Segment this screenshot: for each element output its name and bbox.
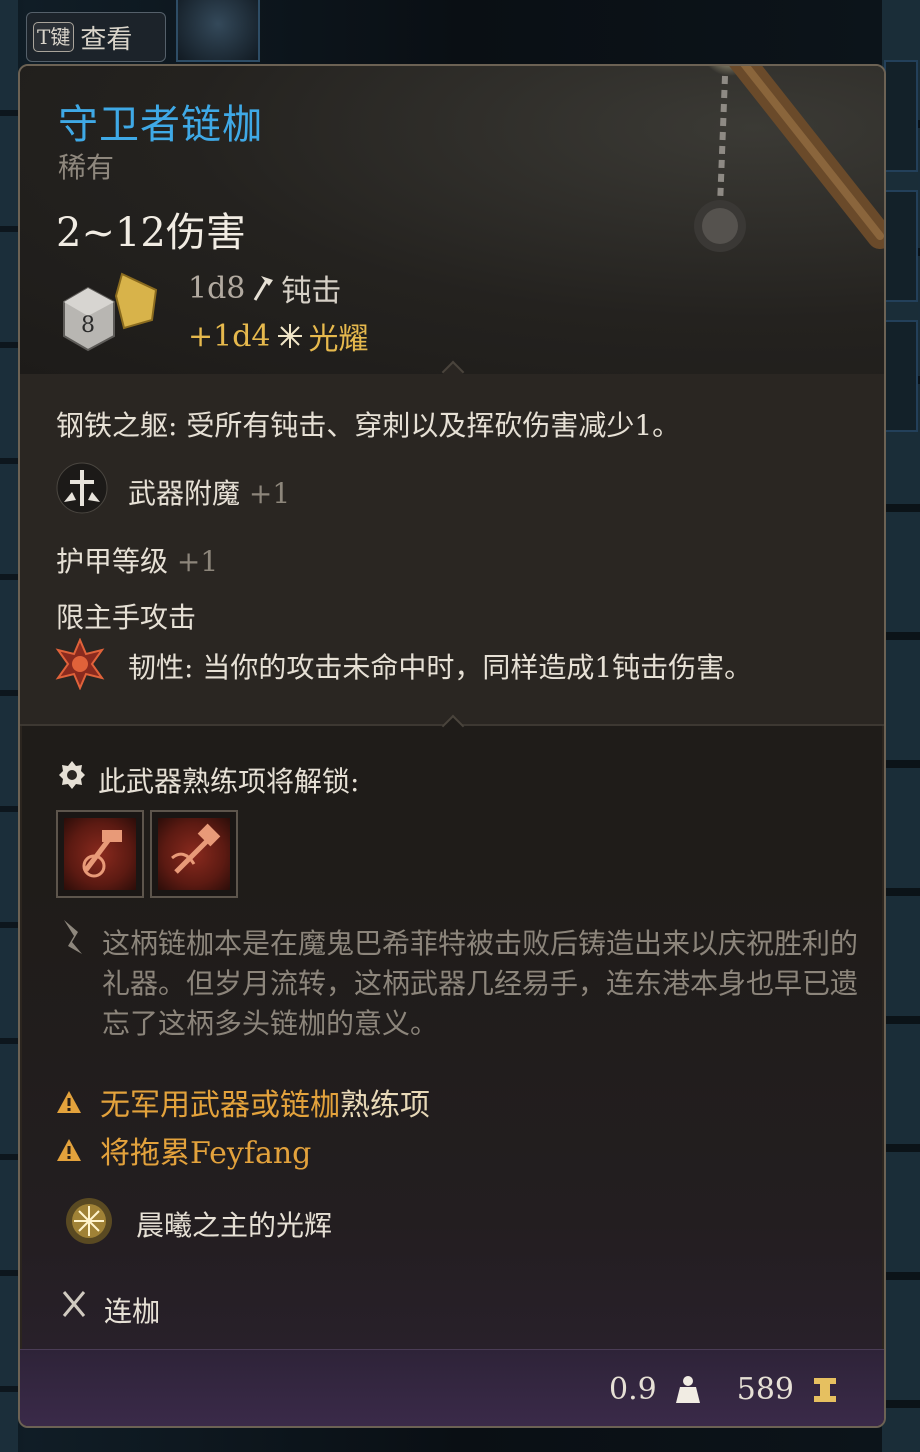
inventory-slot[interactable] xyxy=(884,190,918,302)
inventory-left-strip xyxy=(0,0,18,1452)
proficiency-title: 此武器熟练项将解锁: xyxy=(98,765,360,798)
lore-text: 这柄链枷本是在魔鬼巴希菲特被击败后铸造出来以庆祝胜利的礼器。但岁月流转，这柄武器… xyxy=(102,927,859,1040)
key-cap: T键 xyxy=(33,22,75,52)
encumber-warning-text: 将拖累Feyfang xyxy=(100,1136,312,1171)
bonus-damage-type: 光耀 xyxy=(308,322,369,357)
tooltip-footer: 0.9 589 xyxy=(20,1349,884,1426)
crossed-weapons-icon xyxy=(62,1291,86,1317)
warning-icon xyxy=(57,1139,81,1161)
item-tooltip: 守卫者链枷 稀有 2~12伤害 8 1d8 钝击 +1d4 光耀 钢铁之躯: 受… xyxy=(18,64,886,1428)
proficiency-warning: 无军用武器或链枷熟练项 xyxy=(56,1080,430,1124)
weight-icon xyxy=(675,1375,700,1403)
proficiency-icon xyxy=(59,761,85,789)
main-hand-restriction: 限主手攻击 xyxy=(56,601,197,634)
gold-coin-icon xyxy=(814,1377,836,1402)
weapon-enchant-label: 武器附魔 xyxy=(128,477,241,510)
lore-quill-icon xyxy=(64,920,82,954)
tenacity-icon xyxy=(55,638,105,690)
tenacity-name: 韧性: xyxy=(128,651,194,684)
inventory-slot[interactable] xyxy=(884,60,918,172)
base-damage-dice: 1d8 xyxy=(188,270,246,306)
warning-icon xyxy=(57,1091,81,1113)
armour-class-label: 护甲等级 xyxy=(56,545,169,578)
bonus-damage-dice: +1d4 xyxy=(188,318,271,354)
action-icon xyxy=(158,818,230,890)
tenacity-desc: 当你的攻击未命中时，同样造成1钝击伤害。 xyxy=(193,651,753,684)
dice-icon: 8 xyxy=(63,272,158,352)
item-weight: 0.9 xyxy=(609,1372,657,1407)
flail-weapon-icon xyxy=(694,66,884,252)
weapon-enchant-value: +1 xyxy=(248,477,291,510)
hammer-icon xyxy=(254,276,274,301)
dice-face: 8 xyxy=(81,313,95,338)
inspect-hint[interactable]: T键 查看 xyxy=(26,12,166,62)
damage-range: 2~12伤害 xyxy=(56,210,246,256)
weapon-type: 连枷 xyxy=(104,1295,161,1328)
armour-class: 护甲等级 +1 xyxy=(56,540,218,580)
armour-class-value: +1 xyxy=(176,545,219,578)
base-damage-type: 钝击 xyxy=(281,274,342,309)
passive-steel-body: 钢铁之躯: 受所有钝击、穿刺以及挥砍伤害减少1。 xyxy=(56,409,681,442)
item-stats: 0.9 589 xyxy=(609,1372,838,1407)
action-icon xyxy=(64,818,136,890)
proficiency-warning-text: 无军用武器或链枷熟练项 xyxy=(100,1088,430,1123)
inventory-slot[interactable] xyxy=(176,0,260,62)
weapon-enchant-icon xyxy=(56,462,108,514)
proficiency-action-slot[interactable] xyxy=(56,810,144,898)
bonus-damage: +1d4 光耀 xyxy=(188,314,369,358)
radiance-of-dawnmaster-icon xyxy=(66,1198,112,1244)
item-value: 589 xyxy=(736,1372,794,1407)
encumber-warning: 将拖累Feyfang xyxy=(56,1128,311,1172)
proficiency-action-slot[interactable] xyxy=(150,810,238,898)
tenacity: 韧性: 当你的攻击未命中时，同样造成1钝击伤害。 xyxy=(128,646,752,686)
item-name: 守卫者链枷 xyxy=(58,102,263,148)
blessing-name: 晨曦之主的光辉 xyxy=(136,1209,333,1242)
inspect-label: 查看 xyxy=(80,24,133,55)
inventory-slot[interactable] xyxy=(884,320,918,432)
weapon-enchant: 武器附魔 +1 xyxy=(128,472,290,512)
base-damage: 1d8 钝击 xyxy=(188,266,341,310)
item-rarity: 稀有 xyxy=(58,151,115,184)
radiant-icon xyxy=(277,324,302,348)
